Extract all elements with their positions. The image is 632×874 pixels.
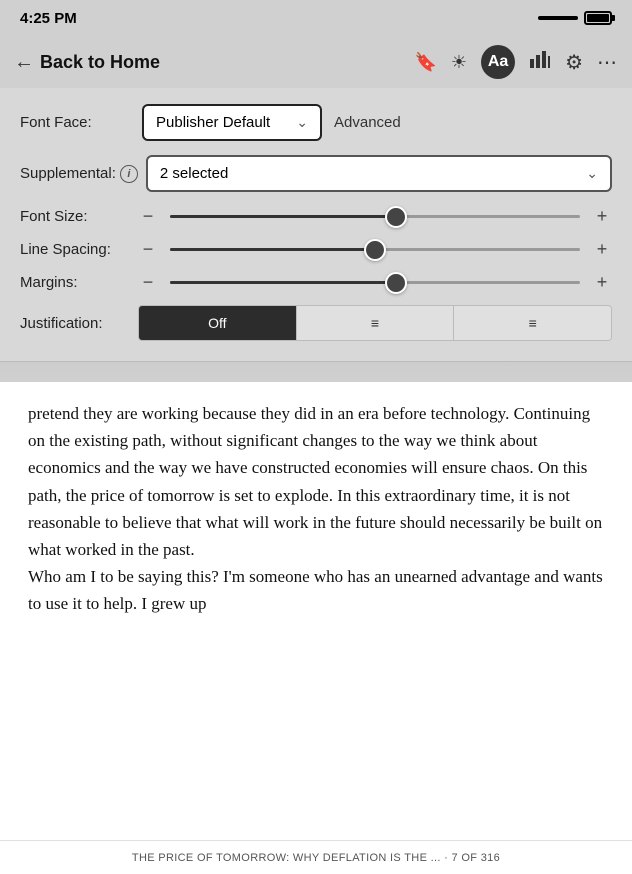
battery-icon — [584, 11, 612, 25]
status-bar: 4:25 PM — [0, 0, 632, 36]
margins-slider[interactable] — [170, 281, 580, 284]
status-right — [538, 11, 612, 25]
chart-icon[interactable] — [529, 49, 551, 75]
justify-full-button[interactable]: ≡ — [454, 306, 611, 340]
justification-options: Off ≡ ≡ — [138, 305, 612, 341]
margins-label: Margins: — [20, 274, 130, 291]
justify-off-button[interactable]: Off — [139, 306, 297, 340]
chevron-down-icon: ⌄ — [296, 114, 308, 131]
brightness-icon[interactable]: ☀ — [451, 52, 467, 73]
justification-row: Justification: Off ≡ ≡ — [20, 305, 612, 341]
justify-full-icon: ≡ — [529, 315, 537, 331]
justification-label: Justification: — [20, 315, 130, 332]
nav-right: 🔖 ☀ Aa ⚙ ⋯ — [415, 45, 619, 79]
book-paragraph-1: pretend they are working because they di… — [28, 400, 604, 563]
status-notch — [538, 16, 578, 20]
font-face-row: Font Face: Publisher Default ⌄ Advanced — [20, 104, 612, 141]
fade-divider — [0, 362, 632, 382]
margins-increase-button[interactable]: + — [592, 272, 612, 293]
line-spacing-slider[interactable] — [170, 248, 580, 251]
advanced-button[interactable]: Advanced — [334, 114, 401, 131]
settings-panel: Font Face: Publisher Default ⌄ Advanced … — [0, 88, 632, 362]
justify-left-button[interactable]: ≡ — [297, 306, 455, 340]
font-size-row: Font Size: − + — [20, 206, 612, 227]
line-spacing-decrease-button[interactable]: − — [138, 239, 158, 260]
more-icon[interactable]: ⋯ — [597, 50, 618, 75]
justify-left-icon: ≡ — [371, 315, 379, 331]
chevron-down-icon: ⌄ — [586, 165, 598, 182]
supplemental-label: Supplemental: i — [20, 165, 138, 183]
book-content: pretend they are working because they di… — [0, 382, 632, 840]
gear-icon[interactable]: ⚙ — [565, 50, 583, 75]
font-face-label: Font Face: — [20, 114, 130, 131]
line-spacing-increase-button[interactable]: + — [592, 239, 612, 260]
line-spacing-label: Line Spacing: — [20, 241, 130, 258]
margins-row: Margins: − + — [20, 272, 612, 293]
book-footer: THE PRICE OF TOMORROW: WHY DEFLATION IS … — [0, 840, 632, 874]
font-size-increase-button[interactable]: + — [592, 206, 612, 227]
nav-bar: ← Back to Home 🔖 ☀ Aa ⚙ ⋯ — [0, 36, 632, 88]
book-paragraph-2: Who am I to be saying this? I'm someone … — [28, 563, 604, 617]
bookmark-icon[interactable]: 🔖 — [415, 52, 437, 73]
font-face-dropdown[interactable]: Publisher Default ⌄ — [142, 104, 322, 141]
back-arrow-icon[interactable]: ← — [14, 51, 34, 74]
nav-title[interactable]: Back to Home — [40, 52, 160, 73]
font-size-decrease-button[interactable]: − — [138, 206, 158, 227]
status-time: 4:25 PM — [20, 10, 77, 27]
info-icon[interactable]: i — [120, 165, 138, 183]
nav-left: ← Back to Home — [14, 51, 160, 74]
font-icon[interactable]: Aa — [481, 45, 515, 79]
font-face-value: Publisher Default — [156, 114, 270, 131]
font-size-slider[interactable] — [170, 215, 580, 218]
margins-decrease-button[interactable]: − — [138, 272, 158, 293]
supplemental-row: Supplemental: i 2 selected ⌄ — [20, 155, 612, 192]
line-spacing-row: Line Spacing: − + — [20, 239, 612, 260]
font-size-label: Font Size: — [20, 208, 130, 225]
supplemental-dropdown[interactable]: 2 selected ⌄ — [146, 155, 612, 192]
book-footer-text: THE PRICE OF TOMORROW: WHY DEFLATION IS … — [132, 852, 500, 864]
supplemental-value: 2 selected — [160, 165, 228, 182]
